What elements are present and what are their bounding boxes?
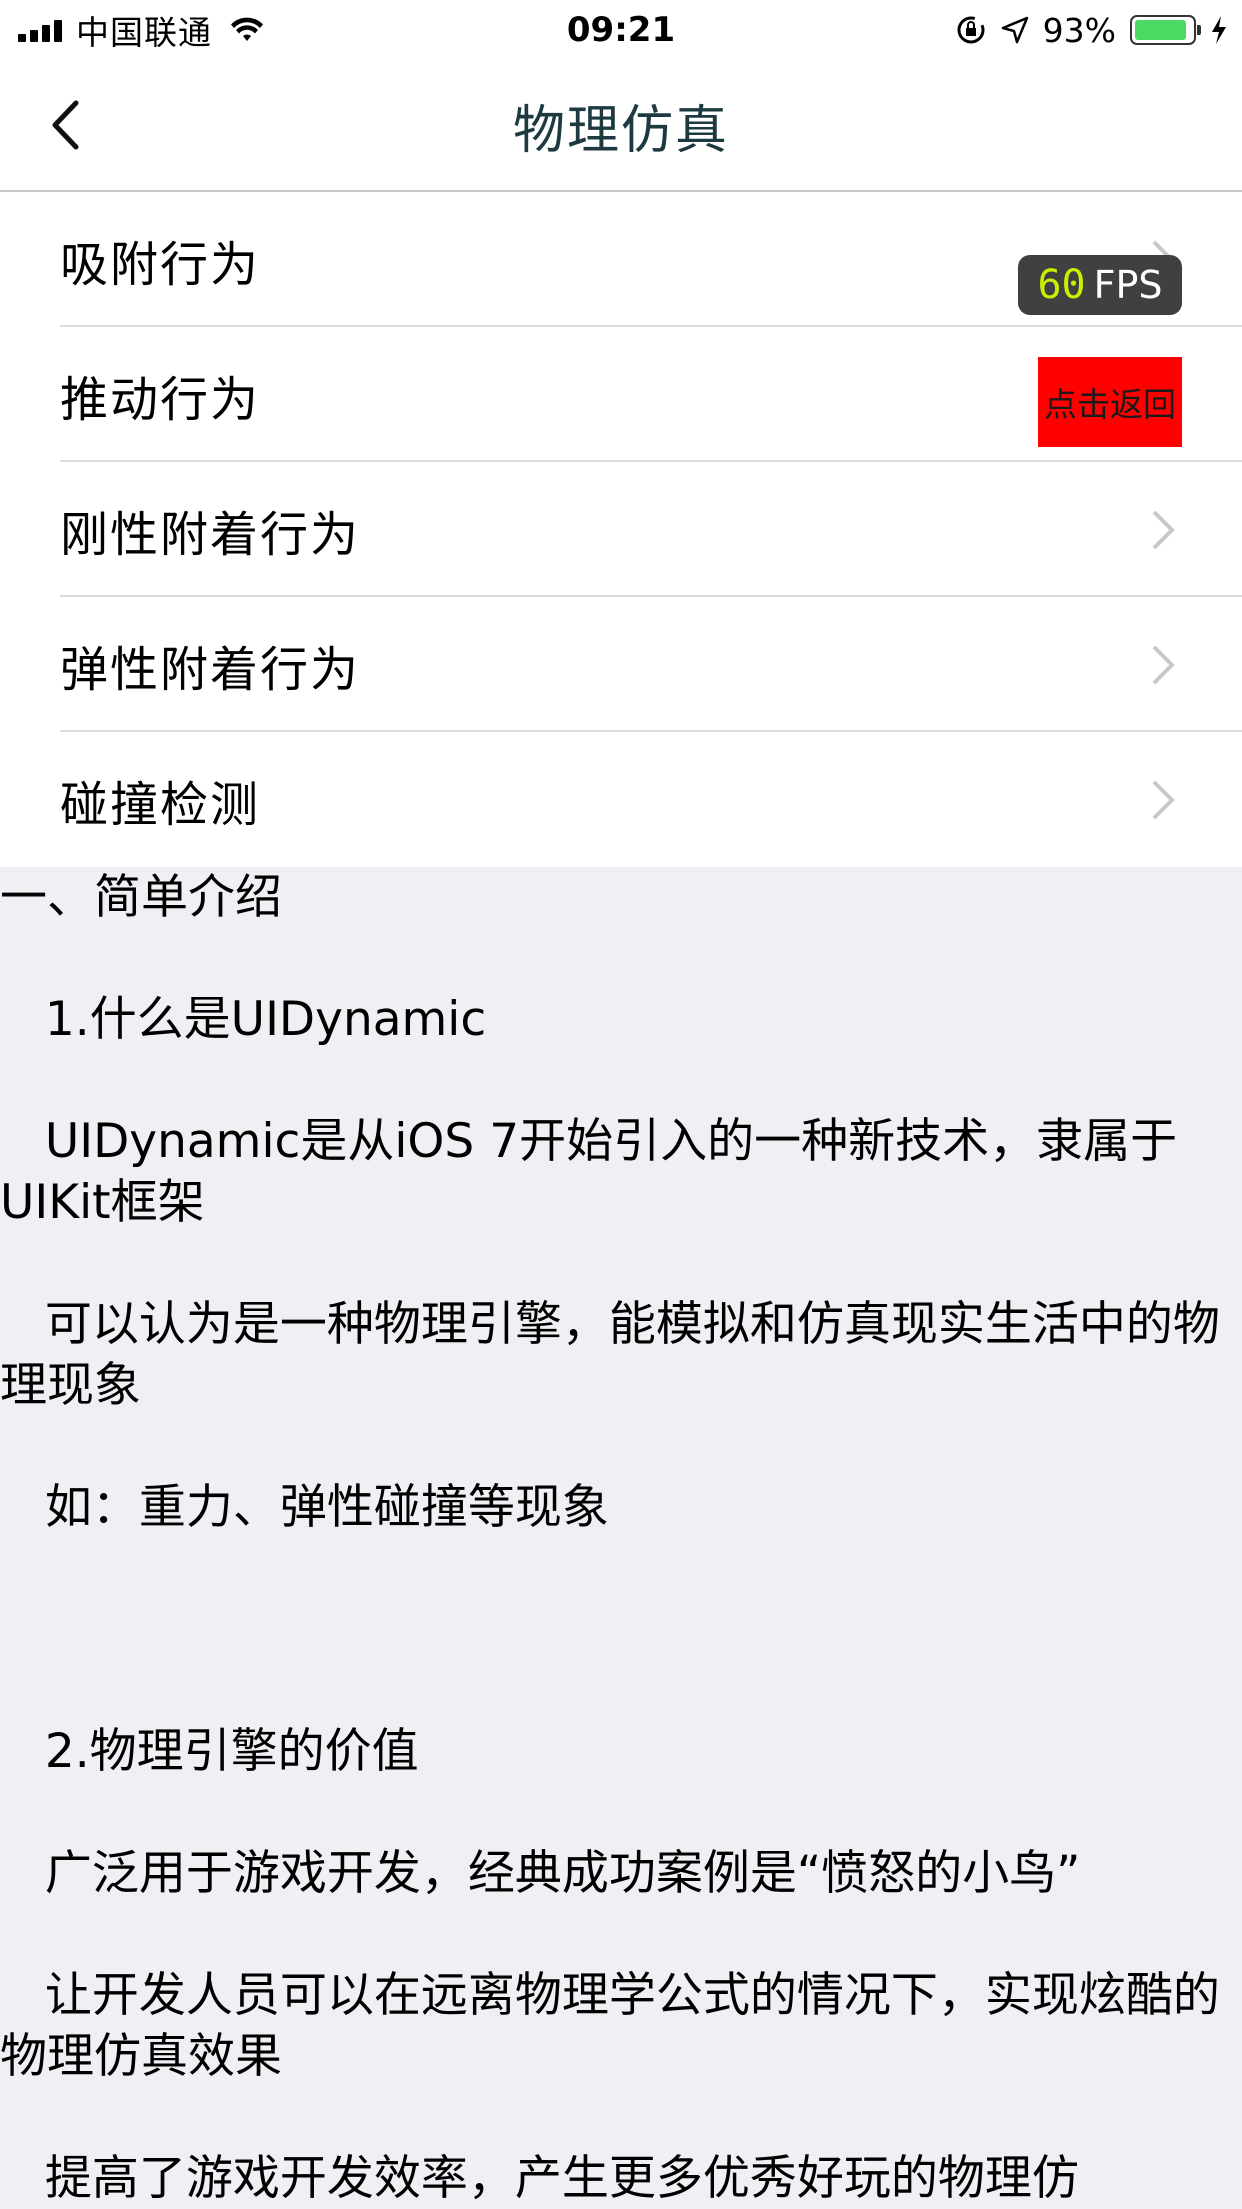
tap-to-return-button[interactable]: 点击返回 <box>1038 357 1182 447</box>
charging-icon <box>1212 16 1226 44</box>
chevron-right-icon <box>1152 645 1175 684</box>
article-line: 广泛用于游戏开发，经典成功案例是“愤怒的小鸟” <box>0 1846 1081 1901</box>
list-item-label: 碰撞检测 <box>60 776 261 833</box>
article-line: 2.物理引擎的价值 <box>0 1724 419 1779</box>
status-bar-right: 93% <box>955 0 1228 60</box>
article-heading: 一、简单介绍 <box>0 870 282 925</box>
location-icon <box>1001 16 1028 44</box>
battery-percent: 93% <box>1042 10 1116 50</box>
article-line: UIDynamic是从iOS 7开始引入的一种新技术，隶属于UIKit框架 <box>0 1114 1178 1230</box>
article-text: 一、简单介绍 1.什么是UIDynamic UIDynamic是从iOS 7开始… <box>0 867 1242 2209</box>
article-line: 提高了游戏开发效率，产生更多优秀好玩的物理仿 <box>0 2151 1079 2206</box>
article-line: 让开发人员可以在远离物理学公式的情况下，实现炫酷的物理仿真效果 <box>0 1968 1220 2084</box>
article-line: 可以认为是一种物理引擎，能模拟和仿真现实生活中的物理现象 <box>0 1297 1220 1413</box>
list-item[interactable]: 刚性附着行为 <box>0 462 1242 597</box>
list-item-label: 推动行为 <box>60 371 261 428</box>
chevron-right-icon <box>1152 510 1175 549</box>
list-item[interactable]: 弹性附着行为 <box>0 597 1242 732</box>
list-item-label: 弹性附着行为 <box>60 641 361 698</box>
battery-icon <box>1130 15 1201 45</box>
article-line: 如：重力、弹性碰撞等现象 <box>0 1480 609 1535</box>
article-line: 1.什么是UIDynamic <box>0 992 487 1047</box>
navigation-bar: 物理仿真 <box>0 60 1242 192</box>
list-item[interactable]: 碰撞检测 <box>0 732 1242 867</box>
orientation-lock-icon <box>957 16 985 44</box>
list-item-label: 刚性附着行为 <box>60 506 361 563</box>
status-bar: 中国联通 09:21 93% <box>0 0 1242 60</box>
fps-label: FPS <box>1093 263 1163 307</box>
chevron-right-icon <box>1152 780 1175 819</box>
list-item-label: 吸附行为 <box>60 236 261 293</box>
fps-badge: 60 FPS <box>1018 255 1182 315</box>
page-title: 物理仿真 <box>512 100 729 161</box>
fps-value: 60 <box>1037 262 1086 308</box>
